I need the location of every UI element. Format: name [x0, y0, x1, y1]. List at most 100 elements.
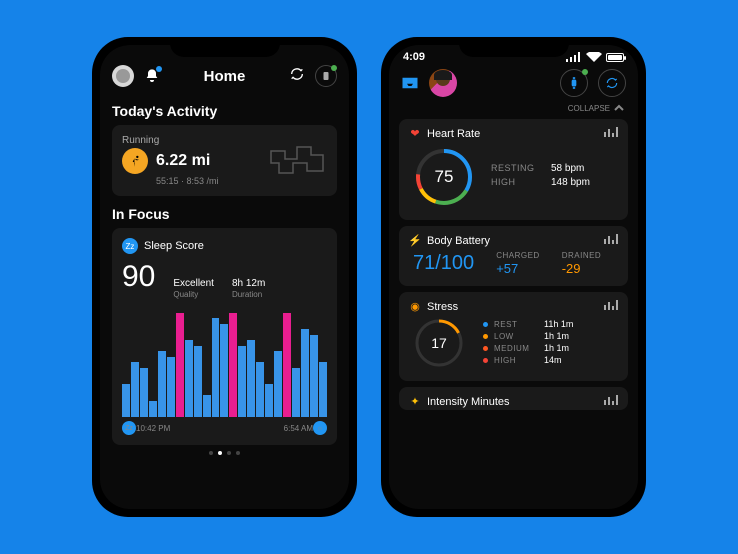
- notch: [170, 37, 280, 57]
- chart-axis: Zz 10:42 PM 6:54 AM ☼: [122, 421, 327, 435]
- chart-bar: [292, 368, 300, 418]
- body-battery-card[interactable]: ⚡ Body Battery 71/100 CHARGED +57 DRAINE…: [399, 226, 628, 286]
- sleep-card[interactable]: Zz Sleep Score 90 Excellent Quality 8h 1…: [112, 228, 337, 445]
- legend-row: LOW 1h 1m: [483, 331, 573, 341]
- chart-bar: [158, 351, 166, 417]
- screen-stats: 4:09 COLLAPSE: [389, 45, 638, 509]
- legend-label: LOW: [494, 332, 538, 341]
- activity-section-title: Today's Activity: [112, 103, 337, 119]
- notification-dot-icon: [156, 66, 162, 72]
- stress-card[interactable]: ◉ Stress 17 REST 11h 1m LOW 1h 1m MEDIUM 1h 1…: [399, 292, 628, 381]
- chart-bar: [247, 340, 255, 417]
- sync-button[interactable]: [289, 66, 305, 87]
- chart-bar: [212, 318, 220, 417]
- header-left: [112, 65, 160, 87]
- legend-label: HIGH: [494, 356, 538, 365]
- stress-body: 17 REST 11h 1m LOW 1h 1m MEDIUM 1h 1m HIGH14m: [409, 313, 618, 373]
- chart-icon[interactable]: [604, 300, 618, 313]
- focus-section: In Focus Zz Sleep Score 90 Excellent Qua…: [100, 196, 349, 445]
- legend-row: REST 11h 1m: [483, 319, 573, 329]
- device-button[interactable]: [315, 65, 337, 87]
- charged-label: CHARGED: [496, 251, 540, 260]
- sleep-stats: 90 Excellent Quality 8h 12m Duration: [122, 260, 327, 299]
- x-start: 10:42 PM: [136, 424, 170, 433]
- drained-label: DRAINED: [562, 251, 602, 260]
- collapse-button[interactable]: COLLAPSE: [389, 103, 638, 113]
- legend-label: REST: [494, 320, 538, 329]
- screen-home: Home Today's Activity Running 6.22 mi: [100, 45, 349, 509]
- chevron-up-icon: [614, 103, 624, 113]
- inbox-tab[interactable]: [401, 76, 419, 90]
- bb-value: 71: [413, 252, 435, 274]
- running-card[interactable]: Running 6.22 mi 55:15 · 8:53 /mi: [112, 125, 337, 196]
- stress-value: 17: [413, 317, 465, 369]
- legend-value: 1h 1m: [544, 343, 569, 353]
- hr-gauge: 75: [413, 146, 475, 208]
- drained-value: -29: [562, 261, 602, 276]
- chart-bar: [122, 384, 130, 417]
- legend-row: MEDIUM 1h 1m: [483, 343, 573, 353]
- sync-button[interactable]: [598, 69, 626, 97]
- heart-rate-card[interactable]: ❤ Heart Rate 75: [399, 119, 628, 220]
- status-time: 4:09: [403, 51, 425, 63]
- chart-bar: [185, 340, 193, 417]
- device-button[interactable]: [560, 69, 588, 97]
- hr-title: Heart Rate: [427, 128, 480, 140]
- route-map-icon: [267, 143, 327, 179]
- battery-icon: ⚡: [409, 235, 421, 247]
- avatar[interactable]: [112, 65, 134, 87]
- chart-bar: [256, 362, 264, 417]
- activity-distance: 6.22 mi: [156, 152, 210, 170]
- legend-value: 11h 1m: [544, 319, 573, 329]
- heart-icon: ❤: [409, 128, 421, 140]
- sleep-title: Sleep Score: [144, 240, 204, 252]
- legend-row: HIGH14m: [483, 355, 573, 365]
- chart-bar: [265, 384, 273, 417]
- card-header: ◉ Stress: [409, 300, 618, 313]
- legend-dot-icon: [483, 334, 488, 339]
- pager[interactable]: [100, 451, 349, 455]
- high-label: HIGH: [491, 177, 533, 188]
- focus-section-title: In Focus: [112, 206, 337, 222]
- legend-dot-icon: [483, 346, 488, 351]
- chart-icon[interactable]: [604, 395, 618, 408]
- sleep-icon: Zz: [122, 238, 138, 254]
- avatar[interactable]: [429, 69, 457, 97]
- chart-bar: [131, 362, 139, 417]
- hr-table: RESTING58 bpm HIGH148 bpm: [491, 163, 590, 191]
- chart-bar: [310, 335, 318, 418]
- stress-gauge: 17: [413, 317, 465, 369]
- status-dot-icon: [582, 69, 588, 75]
- chart-bar: [149, 401, 157, 418]
- chart-icon[interactable]: [604, 127, 618, 140]
- chart-icon[interactable]: [604, 234, 618, 247]
- legend-dot-icon: [483, 358, 488, 363]
- sun-icon: ☼: [313, 421, 327, 435]
- activity-section: Today's Activity Running 6.22 mi 55:15 ·…: [100, 93, 349, 196]
- moon-icon: Zz: [122, 421, 136, 435]
- status-right: [566, 51, 624, 63]
- chart-bar: [229, 313, 237, 418]
- legend-label: MEDIUM: [494, 344, 538, 353]
- intensity-title: Intensity Minutes: [427, 396, 510, 408]
- notch: [459, 37, 569, 57]
- legend-value: 1h 1m: [544, 331, 569, 341]
- resting-label: RESTING: [491, 163, 533, 174]
- high-value: 148 bpm: [551, 177, 590, 188]
- chart-bar: [176, 313, 184, 418]
- chart-bar: [238, 346, 246, 418]
- chart-bar: [220, 324, 228, 418]
- notifications-button[interactable]: [144, 68, 160, 84]
- card-header: ⚡ Body Battery: [409, 234, 618, 247]
- battery-icon: [606, 53, 624, 62]
- bb-body: 71/100 CHARGED +57 DRAINED -29: [409, 247, 618, 278]
- chart-bar: [301, 329, 309, 417]
- sleep-chart: [122, 307, 327, 417]
- sleep-quality: Excellent Quality: [173, 278, 214, 299]
- intensity-card[interactable]: ✦ Intensity Minutes: [399, 387, 628, 410]
- chart-bar: [283, 313, 291, 418]
- card-header: ✦ Intensity Minutes: [409, 395, 618, 408]
- stress-title: Stress: [427, 301, 458, 313]
- page-title: Home: [204, 68, 246, 85]
- sleep-score: 90: [122, 260, 155, 294]
